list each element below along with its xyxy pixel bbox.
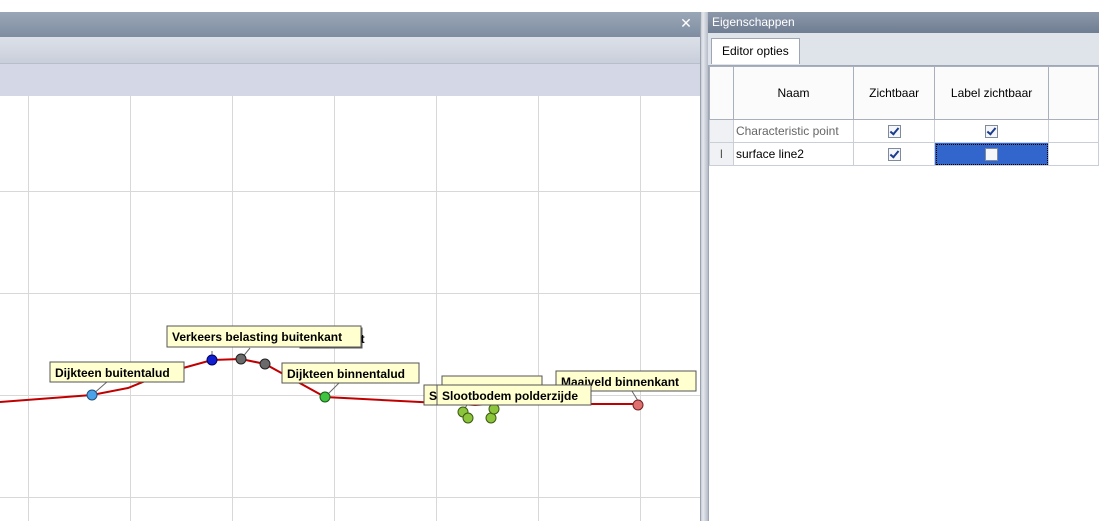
point-maaiveld-binnenkant[interactable]	[632, 399, 644, 411]
chart-header-band	[0, 64, 700, 96]
table-header-row: Naam Zichtbaar Label zichtbaar	[709, 66, 1099, 120]
cell-visible[interactable]	[853, 119, 936, 143]
cell-name[interactable]: Characteristic point	[732, 119, 855, 143]
row-indicator[interactable]: I	[709, 142, 734, 166]
point-slootbodem-polderzijde[interactable]	[485, 412, 497, 424]
cell-label-visible[interactable]	[934, 142, 1049, 166]
svg-text:Dijkteen binnentalud: Dijkteen binnentalud	[287, 367, 405, 381]
point-dijkteen-buitentalud[interactable]	[86, 389, 98, 401]
svg-text:Verkeers belasting buitenkant: Verkeers belasting buitenkant	[172, 330, 342, 344]
chart-toolbar	[0, 37, 700, 64]
panel-splitter[interactable]	[700, 12, 708, 521]
label-dijkteen-binnentalud: Dijkteen binnentalud	[281, 362, 420, 384]
visible-checkbox[interactable]	[887, 125, 901, 139]
properties-tabstrip: Editor opties	[708, 33, 1099, 66]
cell-visible[interactable]	[853, 142, 936, 166]
close-icon: ✕	[680, 16, 692, 32]
tab-editor-opties[interactable]: Editor opties	[711, 38, 800, 64]
point-dijkteen-binnentalud[interactable]	[319, 391, 331, 403]
cell-empty	[1048, 119, 1099, 143]
properties-title: Eigenschappen	[708, 12, 1099, 33]
column-header-empty	[1048, 66, 1099, 120]
row-indicator[interactable]	[709, 119, 734, 143]
cell-empty	[1048, 142, 1099, 166]
visible-checkbox[interactable]	[887, 148, 901, 162]
chart-titlebar: ✕	[0, 12, 700, 37]
editor-options-table: Naam Zichtbaar Label zichtbaar Character…	[709, 66, 1099, 166]
point-verkeers-belasting-2[interactable]	[235, 353, 247, 365]
point-kruin-binnenkant[interactable]	[259, 358, 271, 370]
cell-label-visible[interactable]	[934, 119, 1049, 143]
svg-text:Dijkteen buitentalud: Dijkteen buitentalud	[55, 366, 170, 380]
top-strip	[0, 0, 1099, 12]
svg-text:Slootbodem polderzijde: Slootbodem polderzijde	[442, 389, 578, 403]
point-verkeers-belasting-1[interactable]	[206, 354, 218, 366]
chart-panel: ✕ Verkeers belasting buitenkant Dijkteen…	[0, 12, 700, 521]
column-header-label-zichtbaar[interactable]: Label zichtbaar	[934, 66, 1049, 120]
label-dijkteen-buitentalud: Dijkteen buitentalud	[49, 361, 185, 383]
row-header-corner	[709, 66, 734, 120]
point-slootbodem-dijkzijde[interactable]	[462, 412, 474, 424]
label-visible-checkbox[interactable]	[985, 148, 999, 162]
svg-text:S: S	[429, 389, 437, 403]
table-row[interactable]: I surface line2	[709, 142, 1099, 166]
table-row[interactable]: Characteristic point	[709, 119, 1099, 143]
column-header-zichtbaar[interactable]: Zichtbaar	[853, 66, 936, 120]
close-button[interactable]: ✕	[678, 15, 694, 33]
chart-grid	[0, 96, 700, 521]
properties-grid: Naam Zichtbaar Label zichtbaar Character…	[708, 66, 1099, 521]
chart-plot-area[interactable]: kant Verkeers belasting buitenkant Dijkt…	[0, 96, 700, 521]
label-verkeers-belasting-buitenkant: Verkeers belasting buitenkant	[166, 325, 362, 348]
label-slootbodem-polderzijde: Slootbodem polderzijde	[436, 384, 592, 406]
properties-panel: Eigenschappen Editor opties Naam Zichtba…	[708, 12, 1099, 521]
column-header-naam[interactable]: Naam	[732, 66, 855, 120]
cell-name[interactable]: surface line2	[732, 142, 855, 166]
surface-line-chart[interactable]: kant Verkeers belasting buitenkant Dijkt…	[0, 96, 700, 521]
label-visible-checkbox[interactable]	[985, 125, 999, 139]
